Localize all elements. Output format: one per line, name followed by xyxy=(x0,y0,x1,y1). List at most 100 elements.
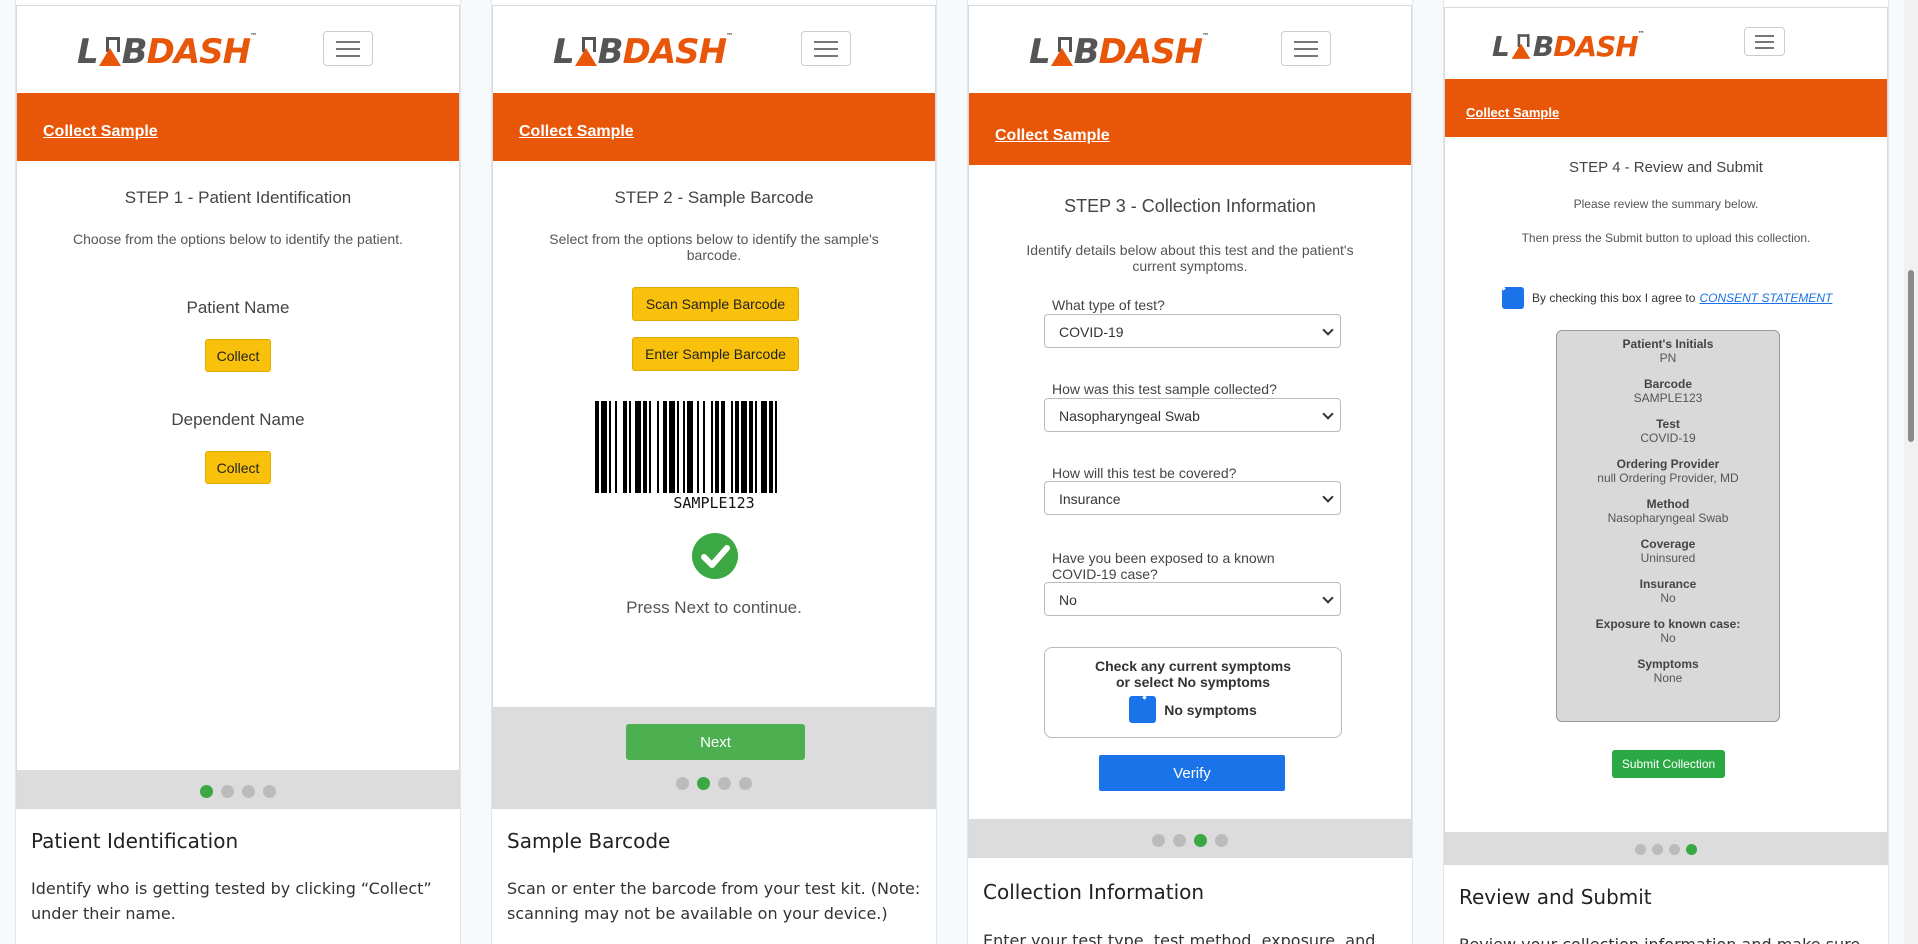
barcode-bar xyxy=(687,401,693,493)
app-header: L B DASH ™ xyxy=(1445,8,1887,79)
scrollbar-thumb[interactable] xyxy=(1908,270,1914,442)
step-dot-2 xyxy=(697,777,710,790)
hamburger-menu-button[interactable] xyxy=(323,31,373,66)
collect-sample-link[interactable]: Collect Sample xyxy=(1466,105,1559,120)
consent-statement-link[interactable]: CONSENT STATEMENT xyxy=(1699,291,1832,305)
barcode-bar xyxy=(741,401,747,493)
hamburger-menu-button[interactable] xyxy=(801,31,851,66)
summary-box: Patient's Initials PN Barcode SAMPLE123 Test… xyxy=(1556,330,1780,722)
barcode-text: SAMPLE123 xyxy=(673,494,755,512)
summary-value: PN xyxy=(1659,351,1677,365)
barcode-bar xyxy=(731,401,733,493)
summary-key: Exposure to known case: xyxy=(1595,617,1741,631)
step-title: STEP 4 - Review and Submit xyxy=(1569,159,1763,176)
section-bar: Collect Sample xyxy=(969,93,1411,165)
success-check-icon xyxy=(692,533,738,579)
step-instruction: Select from the options below to identif… xyxy=(549,231,879,263)
step-dot-3 xyxy=(718,777,731,790)
phone-frame: L B DASH ™ Collect Sample STEP 1 - Patient … xyxy=(16,5,460,809)
barcode-bar xyxy=(657,401,659,493)
barcode-bar xyxy=(623,401,627,493)
exposure-select[interactable]: No xyxy=(1044,582,1341,616)
flask-icon xyxy=(1511,33,1531,60)
phone-frame: L B DASH ™ Collect Sample STEP 4 - Review a… xyxy=(1444,7,1888,865)
hamburger-menu-button[interactable] xyxy=(1744,27,1785,56)
verify-button[interactable]: Verify xyxy=(1099,755,1285,791)
collect-dependent-button[interactable]: Collect xyxy=(205,451,271,484)
hamburger-menu-button[interactable] xyxy=(1281,31,1331,66)
consent-row: By checking this box I agree to CONSENT … xyxy=(1502,287,1832,309)
barcode-bar xyxy=(697,401,699,493)
summary-key: Symptoms xyxy=(1637,657,1699,671)
barcode-bar xyxy=(755,401,757,493)
summary-value: SAMPLE123 xyxy=(1633,391,1703,405)
step-title: STEP 2 - Sample Barcode xyxy=(614,188,814,207)
phone-frame: L B DASH ™ Collect Sample STEP 2 - Sample B… xyxy=(492,5,936,809)
barcode-bar xyxy=(677,401,679,493)
submit-collection-button[interactable]: Submit Collection xyxy=(1612,750,1725,778)
flask-icon xyxy=(1050,37,1073,67)
flask-icon xyxy=(574,37,597,67)
app-header: L B DASH ™ xyxy=(493,6,935,93)
app-header: L B DASH ™ xyxy=(969,6,1411,93)
summary-key: Method xyxy=(1646,497,1690,511)
step-dot-1 xyxy=(1152,834,1165,847)
barcode-bar xyxy=(595,401,599,493)
summary-value: None xyxy=(1653,671,1683,685)
chevron-down-icon xyxy=(1322,324,1334,336)
coverage-select[interactable]: Insurance xyxy=(1044,481,1341,515)
submit-instruction: Then press the Submit button to upload t… xyxy=(1521,231,1811,245)
card-step-3: L B DASH ™ Collect Sample STEP 3 - Collecti… xyxy=(967,0,1413,944)
dependent-name-label: Dependent Name xyxy=(171,410,305,429)
barcode-bar xyxy=(669,401,675,493)
no-symptoms-checkbox[interactable] xyxy=(1129,696,1157,723)
next-button[interactable]: Next xyxy=(626,724,805,760)
enter-barcode-button[interactable]: Enter Sample Barcode xyxy=(632,337,799,371)
consent-text: By checking this box I agree to xyxy=(1532,291,1696,305)
barcode-bar xyxy=(683,401,685,493)
summary-value: COVID-19 xyxy=(1640,431,1696,445)
step-instruction: Identify details below about this test a… xyxy=(1026,242,1354,274)
page-scrollbar[interactable] xyxy=(1904,0,1918,944)
caption-title: Sample Barcode xyxy=(507,829,671,853)
summary-key: Insurance xyxy=(1639,577,1697,591)
barcode-bar xyxy=(649,401,651,493)
collect-sample-link[interactable]: Collect Sample xyxy=(519,123,634,141)
press-next-text: Press Next to continue. xyxy=(626,598,802,617)
flask-icon xyxy=(98,37,121,67)
scan-barcode-button[interactable]: Scan Sample Barcode xyxy=(632,287,799,321)
section-bar: Collect Sample xyxy=(1445,79,1887,137)
barcode-bar xyxy=(703,401,705,493)
step-indicator xyxy=(17,770,459,808)
barcode-bar xyxy=(629,401,631,493)
step-title: STEP 1 - Patient Identification xyxy=(124,188,352,207)
chevron-down-icon xyxy=(1322,408,1334,420)
step-dot-3 xyxy=(242,785,255,798)
no-symptoms-row: No symptoms xyxy=(1045,696,1341,723)
step-dot-1 xyxy=(676,777,689,790)
collect-sample-link[interactable]: Collect Sample xyxy=(43,123,158,141)
page: L B DASH ™ Collect Sample STEP 1 - Patient … xyxy=(0,0,1918,944)
barcode-bar xyxy=(601,401,607,493)
collect-patient-button[interactable]: Collect xyxy=(205,339,271,372)
card-step-1: L B DASH ™ Collect Sample STEP 1 - Patient … xyxy=(15,0,461,944)
consent-checkbox[interactable] xyxy=(1502,287,1524,309)
test-type-label: What type of test? xyxy=(1052,297,1165,313)
step-indicator xyxy=(1445,832,1887,864)
caption-title: Patient Identification xyxy=(31,829,239,853)
collection-method-select[interactable]: Nasopharyngeal Swab xyxy=(1044,398,1341,432)
labdash-logo: L B DASH ™ xyxy=(553,32,733,72)
barcode-bar xyxy=(715,401,719,493)
test-type-select[interactable]: COVID-19 xyxy=(1044,314,1341,348)
card-step-2: L B DASH ™ Collect Sample STEP 2 - Sample B… xyxy=(491,0,937,944)
coverage-label: How will this test be covered? xyxy=(1052,465,1237,481)
summary-value: null Ordering Provider, MD xyxy=(1597,471,1739,485)
chevron-down-icon xyxy=(1322,592,1334,604)
summary-item: Patient's Initials PN xyxy=(1557,337,1779,365)
step-dot-2 xyxy=(1173,834,1186,847)
collect-sample-link[interactable]: Collect Sample xyxy=(995,127,1110,145)
barcode-image xyxy=(595,401,777,493)
card-step-4: L B DASH ™ Collect Sample STEP 4 - Review a… xyxy=(1443,0,1889,944)
collection-method-label: How was this test sample collected? xyxy=(1052,381,1277,397)
step-dot-3 xyxy=(1194,834,1207,847)
